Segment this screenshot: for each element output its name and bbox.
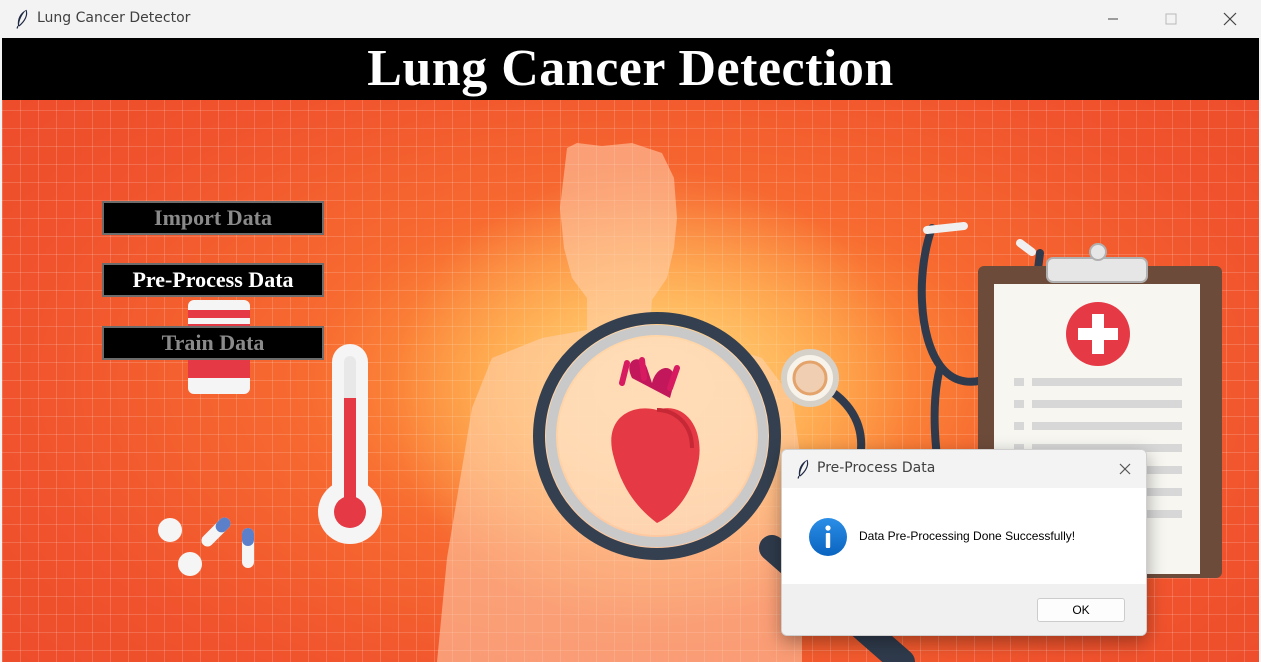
thermometer-icon [318, 344, 382, 544]
dialog-close-button[interactable] [1112, 456, 1138, 482]
window-title: Lung Cancer Detector [37, 10, 191, 26]
feather-icon [16, 9, 28, 29]
page-title: Lung Cancer Detection [367, 40, 894, 97]
maximize-button[interactable] [1142, 0, 1200, 38]
pre-process-data-button[interactable]: Pre-Process Data [102, 263, 324, 297]
dialog-body: Data Pre-Processing Done Successfully! [782, 488, 1146, 584]
ok-button[interactable]: OK [1037, 598, 1125, 622]
close-icon [1119, 463, 1131, 475]
dialog-message: Data Pre-Processing Done Successfully! [859, 529, 1076, 543]
minimize-button[interactable] [1084, 0, 1142, 38]
dialog-footer: OK [782, 584, 1146, 635]
dialog-title: Pre-Process Data [817, 460, 936, 476]
message-dialog: Pre-Process Data Data Pre-Processing Don… [781, 449, 1147, 636]
info-icon [809, 518, 847, 556]
close-button[interactable] [1201, 0, 1259, 38]
app-window: Lung Cancer Detector Lung Cancer Detecti… [0, 0, 1261, 662]
title-bar[interactable]: Lung Cancer Detector [0, 0, 1261, 38]
dialog-title-bar[interactable]: Pre-Process Data [782, 450, 1146, 488]
feather-icon [797, 459, 809, 479]
import-data-button[interactable]: Import Data [102, 201, 324, 235]
pills-icon [158, 517, 254, 576]
maximize-icon [1165, 13, 1177, 25]
app-header: Lung Cancer Detection [2, 38, 1259, 100]
train-data-button[interactable]: Train Data [102, 326, 324, 360]
minimize-icon [1108, 18, 1118, 20]
close-icon [1223, 12, 1237, 26]
